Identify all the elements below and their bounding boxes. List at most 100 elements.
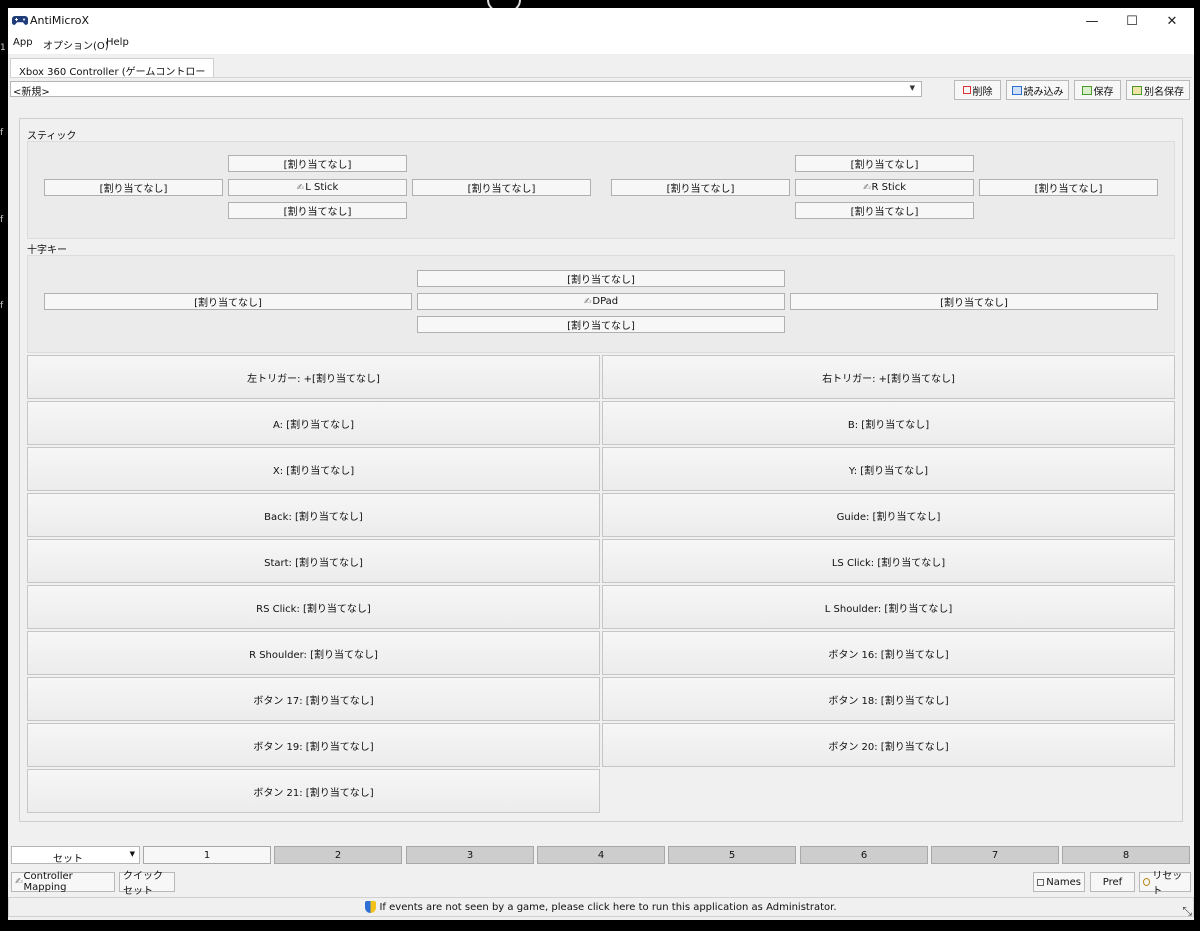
dpad-right-button[interactable]: [割り当てなし] (790, 293, 1158, 310)
set-button-7[interactable]: 7 (931, 846, 1059, 864)
set-button-5[interactable]: 5 (668, 846, 796, 864)
dpad-section-title: 十字キー (27, 245, 67, 256)
quick-set-button[interactable]: クイックセット (119, 871, 175, 897)
reset-icon (1143, 878, 1151, 886)
save-icon (1081, 85, 1092, 95)
controller-mapping-label: Controller Mapping (23, 871, 73, 893)
dpad-down-button[interactable]: [割り当てなし] (417, 316, 785, 333)
pen-icon: ✍ (15, 877, 23, 887)
left-trigger-button[interactable]: 左トリガー: +[割り当てなし] (27, 355, 600, 399)
set-button-1[interactable]: 1 (143, 846, 271, 864)
button-20[interactable]: ボタン 20: [割り当てなし] (602, 723, 1175, 767)
button-21[interactable]: ボタン 21: [割り当てなし] (27, 769, 600, 813)
button-16[interactable]: ボタン 16: [割り当てなし] (602, 631, 1175, 675)
profile-select[interactable]: <新規> ▼ (10, 81, 922, 98)
right-stick-label: R Stick (871, 182, 906, 193)
desktop-mark: f (0, 301, 4, 311)
reset-label: リセット (1152, 871, 1183, 897)
back-button[interactable]: Back: [割り当てなし] (27, 493, 600, 537)
stick-section-title: スティック (27, 131, 77, 142)
set-select[interactable]: セット ▼ (11, 846, 140, 865)
delete-button[interactable]: 削除 (954, 80, 1001, 100)
set-button-6[interactable]: 6 (800, 846, 928, 864)
rs-click-button[interactable]: RS Click: [割り当てなし] (27, 585, 600, 629)
load-icon (1011, 85, 1022, 95)
set-button-8[interactable]: 8 (1062, 846, 1190, 864)
menu-help[interactable]: Help (106, 37, 129, 48)
menu-options[interactable]: オプション(O) (43, 37, 109, 52)
a-button[interactable]: A: [割り当てなし] (27, 401, 600, 445)
left-stick-label: L Stick (305, 182, 339, 193)
chevron-down-icon: ▼ (909, 84, 915, 92)
right-stick-down-button[interactable]: [割り当てなし] (795, 202, 974, 219)
desktop-mark: 1 (0, 43, 6, 53)
set-button-3[interactable]: 3 (406, 846, 534, 864)
pen-icon: ✍ (862, 182, 871, 193)
resize-grip-icon[interactable]: ⤡ (1182, 904, 1192, 919)
y-button[interactable]: Y: [割り当てなし] (602, 447, 1175, 491)
save-as-icon (1132, 85, 1142, 95)
left-stick-button[interactable]: ✍ L Stick (228, 179, 407, 196)
controller-mapping-button[interactable]: ✍ Controller Mapping (11, 871, 115, 893)
left-stick-right-button[interactable]: [割り当てなし] (412, 179, 591, 196)
right-stick-right-button[interactable]: [割り当てなし] (979, 179, 1158, 196)
x-button[interactable]: X: [割り当てなし] (27, 447, 600, 491)
uac-shield-icon (365, 901, 377, 913)
save-as-button[interactable]: 別名保存 (1126, 80, 1190, 100)
window-title: AntiMicroX (30, 14, 90, 27)
minimize-icon: — (1085, 13, 1099, 29)
button-19[interactable]: ボタン 19: [割り当てなし] (27, 723, 600, 767)
r-shoulder-button[interactable]: R Shoulder: [割り当てなし] (27, 631, 600, 675)
maximize-button[interactable]: ☐ (1110, 8, 1154, 34)
admin-notice-text: If events are not seen by a game, please… (379, 901, 837, 913)
names-button[interactable]: Names (1033, 872, 1085, 892)
save-label: 保存 (1093, 86, 1114, 98)
reset-button[interactable]: リセット (1139, 871, 1191, 897)
save-as-label: 別名保存 (1144, 86, 1184, 98)
profile-value: <新規> (13, 87, 50, 98)
set-select-label: セット (53, 854, 83, 865)
title-bar: AntiMicroX — ☐ ✕ (8, 8, 1194, 34)
admin-notice[interactable]: If events are not seen by a game, please… (8, 897, 1194, 917)
dpad-up-button[interactable]: [割り当てなし] (417, 270, 785, 287)
chevron-down-icon: ▼ (129, 850, 135, 858)
menu-app[interactable]: App (13, 37, 33, 48)
right-stick-button[interactable]: ✍ R Stick (795, 179, 974, 196)
right-trigger-button[interactable]: 右トリガー: +[割り当てなし] (602, 355, 1175, 399)
save-button[interactable]: 保存 (1074, 80, 1121, 100)
close-button[interactable]: ✕ (1150, 8, 1194, 34)
b-button[interactable]: B: [割り当てなし] (602, 401, 1175, 445)
right-stick-up-button[interactable]: [割り当てなし] (795, 155, 974, 172)
load-button[interactable]: 読み込み (1006, 80, 1069, 100)
button-17[interactable]: ボタン 17: [割り当てなし] (27, 677, 600, 721)
app-window: AntiMicroX — ☐ ✕ App オプション(O) Help Xbox … (8, 8, 1194, 920)
button-18[interactable]: ボタン 18: [割り当てなし] (602, 677, 1175, 721)
right-stick-left-button[interactable]: [割り当てなし] (611, 179, 790, 196)
menu-bar: App オプション(O) Help (8, 34, 1194, 54)
pref-button[interactable]: Pref (1090, 872, 1135, 892)
start-button[interactable]: Start: [割り当てなし] (27, 539, 600, 583)
tab-controller[interactable]: Xbox 360 Controller (ゲームコントローラー 1) (10, 58, 214, 93)
names-icon (1037, 878, 1045, 886)
dpad-left-button[interactable]: [割り当てなし] (44, 293, 412, 310)
guide-button[interactable]: Guide: [割り当てなし] (602, 493, 1175, 537)
close-icon: ✕ (1166, 13, 1178, 29)
set-button-4[interactable]: 4 (537, 846, 665, 864)
delete-label: 削除 (972, 86, 993, 98)
pen-icon: ✍ (583, 296, 592, 307)
left-stick-left-button[interactable]: [割り当てなし] (44, 179, 223, 196)
gamepad-icon (12, 16, 28, 25)
maximize-icon: ☐ (1126, 13, 1138, 29)
l-shoulder-button[interactable]: L Shoulder: [割り当てなし] (602, 585, 1175, 629)
dpad-label: DPad (592, 296, 619, 307)
desktop-mark: f (0, 215, 4, 225)
minimize-button[interactable]: — (1070, 8, 1114, 34)
delete-icon (962, 86, 971, 94)
dpad-button[interactable]: ✍ DPad (417, 293, 785, 310)
pen-icon: ✍ (296, 182, 305, 193)
set-button-2[interactable]: 2 (274, 846, 402, 864)
left-stick-up-button[interactable]: [割り当てなし] (228, 155, 407, 172)
load-label: 読み込み (1023, 86, 1064, 98)
ls-click-button[interactable]: LS Click: [割り当てなし] (602, 539, 1175, 583)
left-stick-down-button[interactable]: [割り当てなし] (228, 202, 407, 219)
